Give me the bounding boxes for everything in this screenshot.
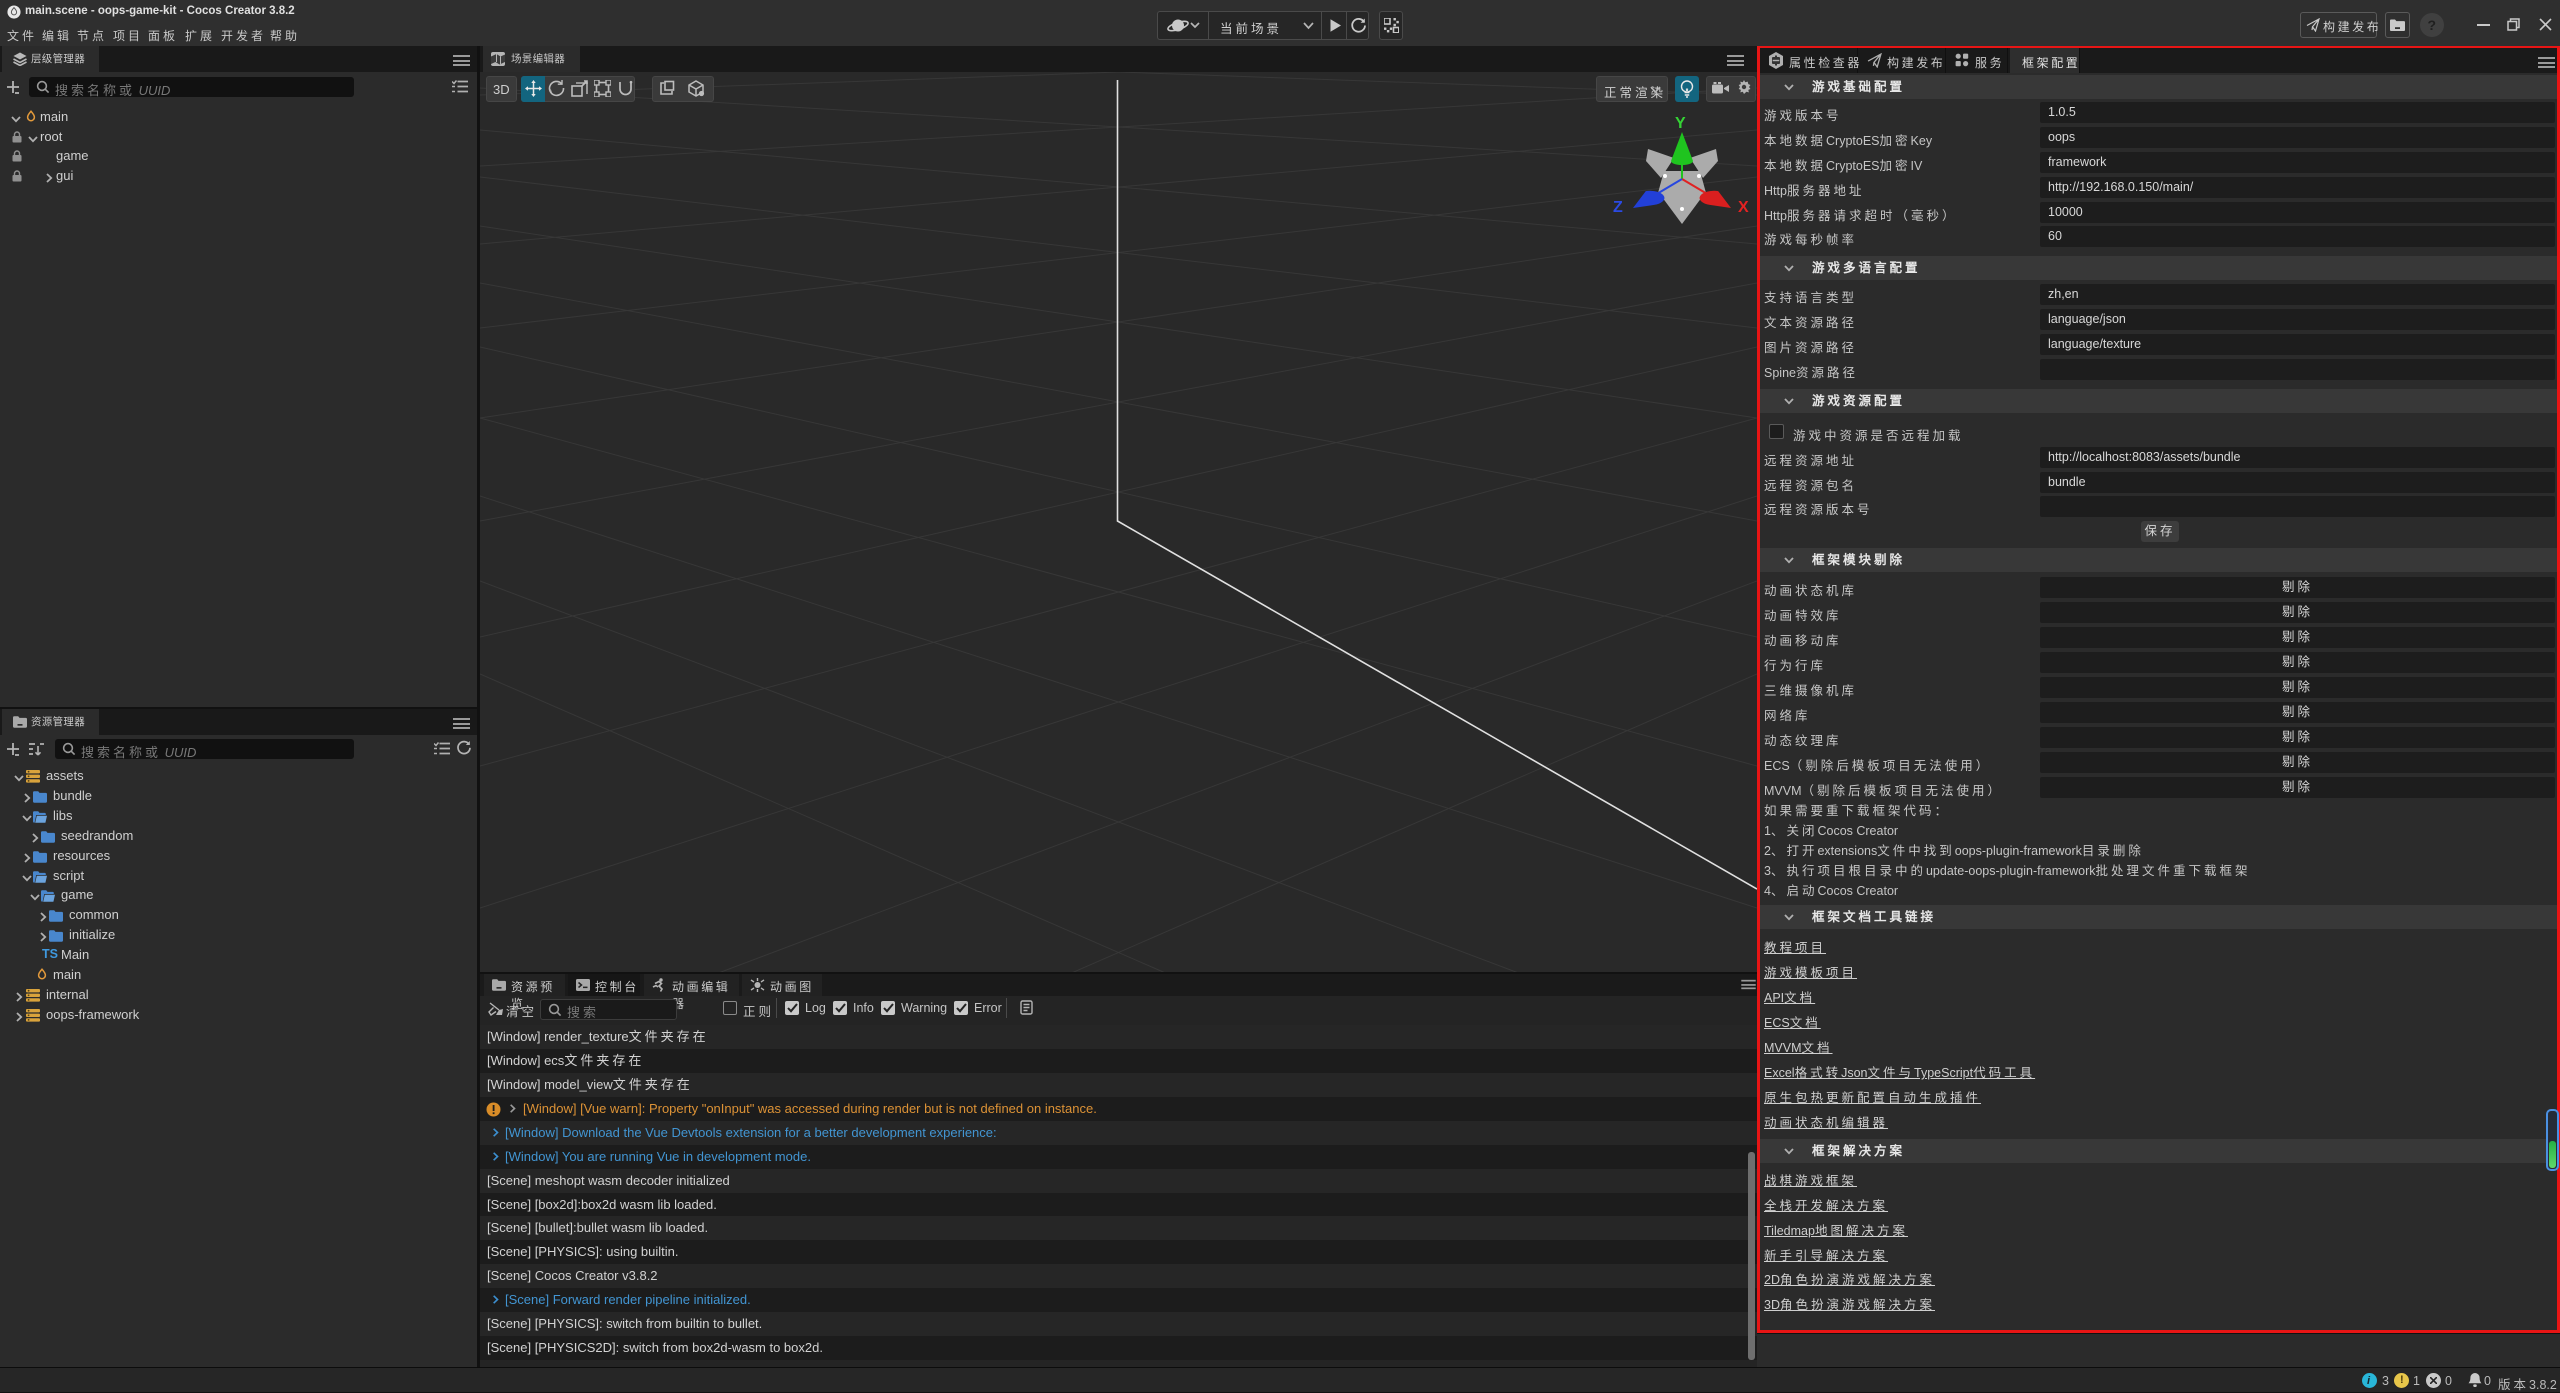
- svg-text:Z: Z: [1613, 199, 1623, 216]
- svg-text:X: X: [1738, 199, 1749, 216]
- svg-text:Y: Y: [1675, 115, 1686, 132]
